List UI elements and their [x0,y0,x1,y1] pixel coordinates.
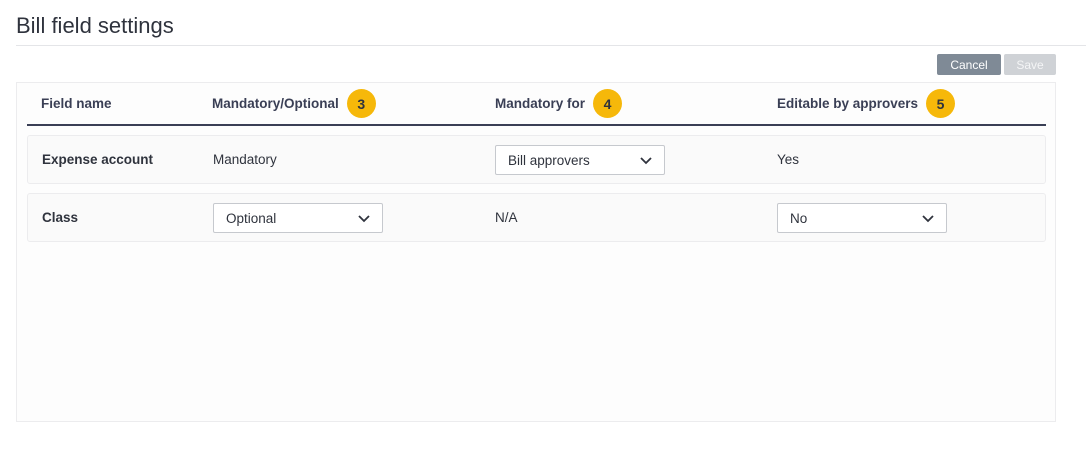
row-field-name: Expense account [42,152,154,167]
header-field-name-label: Field name [41,96,112,111]
row-mandatory-for-value: N/A [495,210,518,225]
step-badge-4: 4 [593,89,623,118]
table-row-expense-account: Expense account Mandatory Bill approvers… [27,135,1046,184]
step-badge-5: 5 [926,89,956,118]
mandatory-for-select-value: Bill approvers [508,152,590,168]
chevron-down-icon [922,215,934,223]
mandatory-for-select[interactable]: Bill approvers [495,145,665,175]
table-header: Field name Mandatory/Optional 3 Mandator… [27,83,1046,126]
mandatory-optional-select-value: Optional [226,210,277,226]
step-badge-3: 3 [346,89,376,118]
header-editable-by-approvers-label: Editable by approvers [777,96,919,111]
chevron-down-icon [640,157,652,165]
mandatory-optional-select[interactable]: Optional [213,203,383,233]
row-mandatory-value: Mandatory [213,152,277,167]
chevron-down-icon [358,215,370,223]
table-row-class: Class Optional N/A No [27,193,1046,242]
save-button[interactable]: Save [1004,54,1056,75]
editable-by-approvers-select-value: No [790,210,808,226]
header-mandatory-optional: Mandatory/Optional 3 [212,83,376,124]
settings-panel: Field name Mandatory/Optional 3 Mandator… [16,82,1056,422]
title-divider [16,45,1086,46]
header-mandatory-for-label: Mandatory for [495,96,586,111]
cancel-button[interactable]: Cancel [937,54,1001,75]
row-editable-value: Yes [777,152,800,167]
page-title: Bill field settings [16,13,174,38]
header-editable-by-approvers: Editable by approvers 5 [777,83,956,124]
header-mandatory-optional-label: Mandatory/Optional [212,96,339,111]
header-field-name: Field name [41,83,112,124]
row-field-name: Class [42,210,79,225]
editable-by-approvers-select[interactable]: No [777,203,947,233]
header-mandatory-for: Mandatory for 4 [495,83,623,124]
